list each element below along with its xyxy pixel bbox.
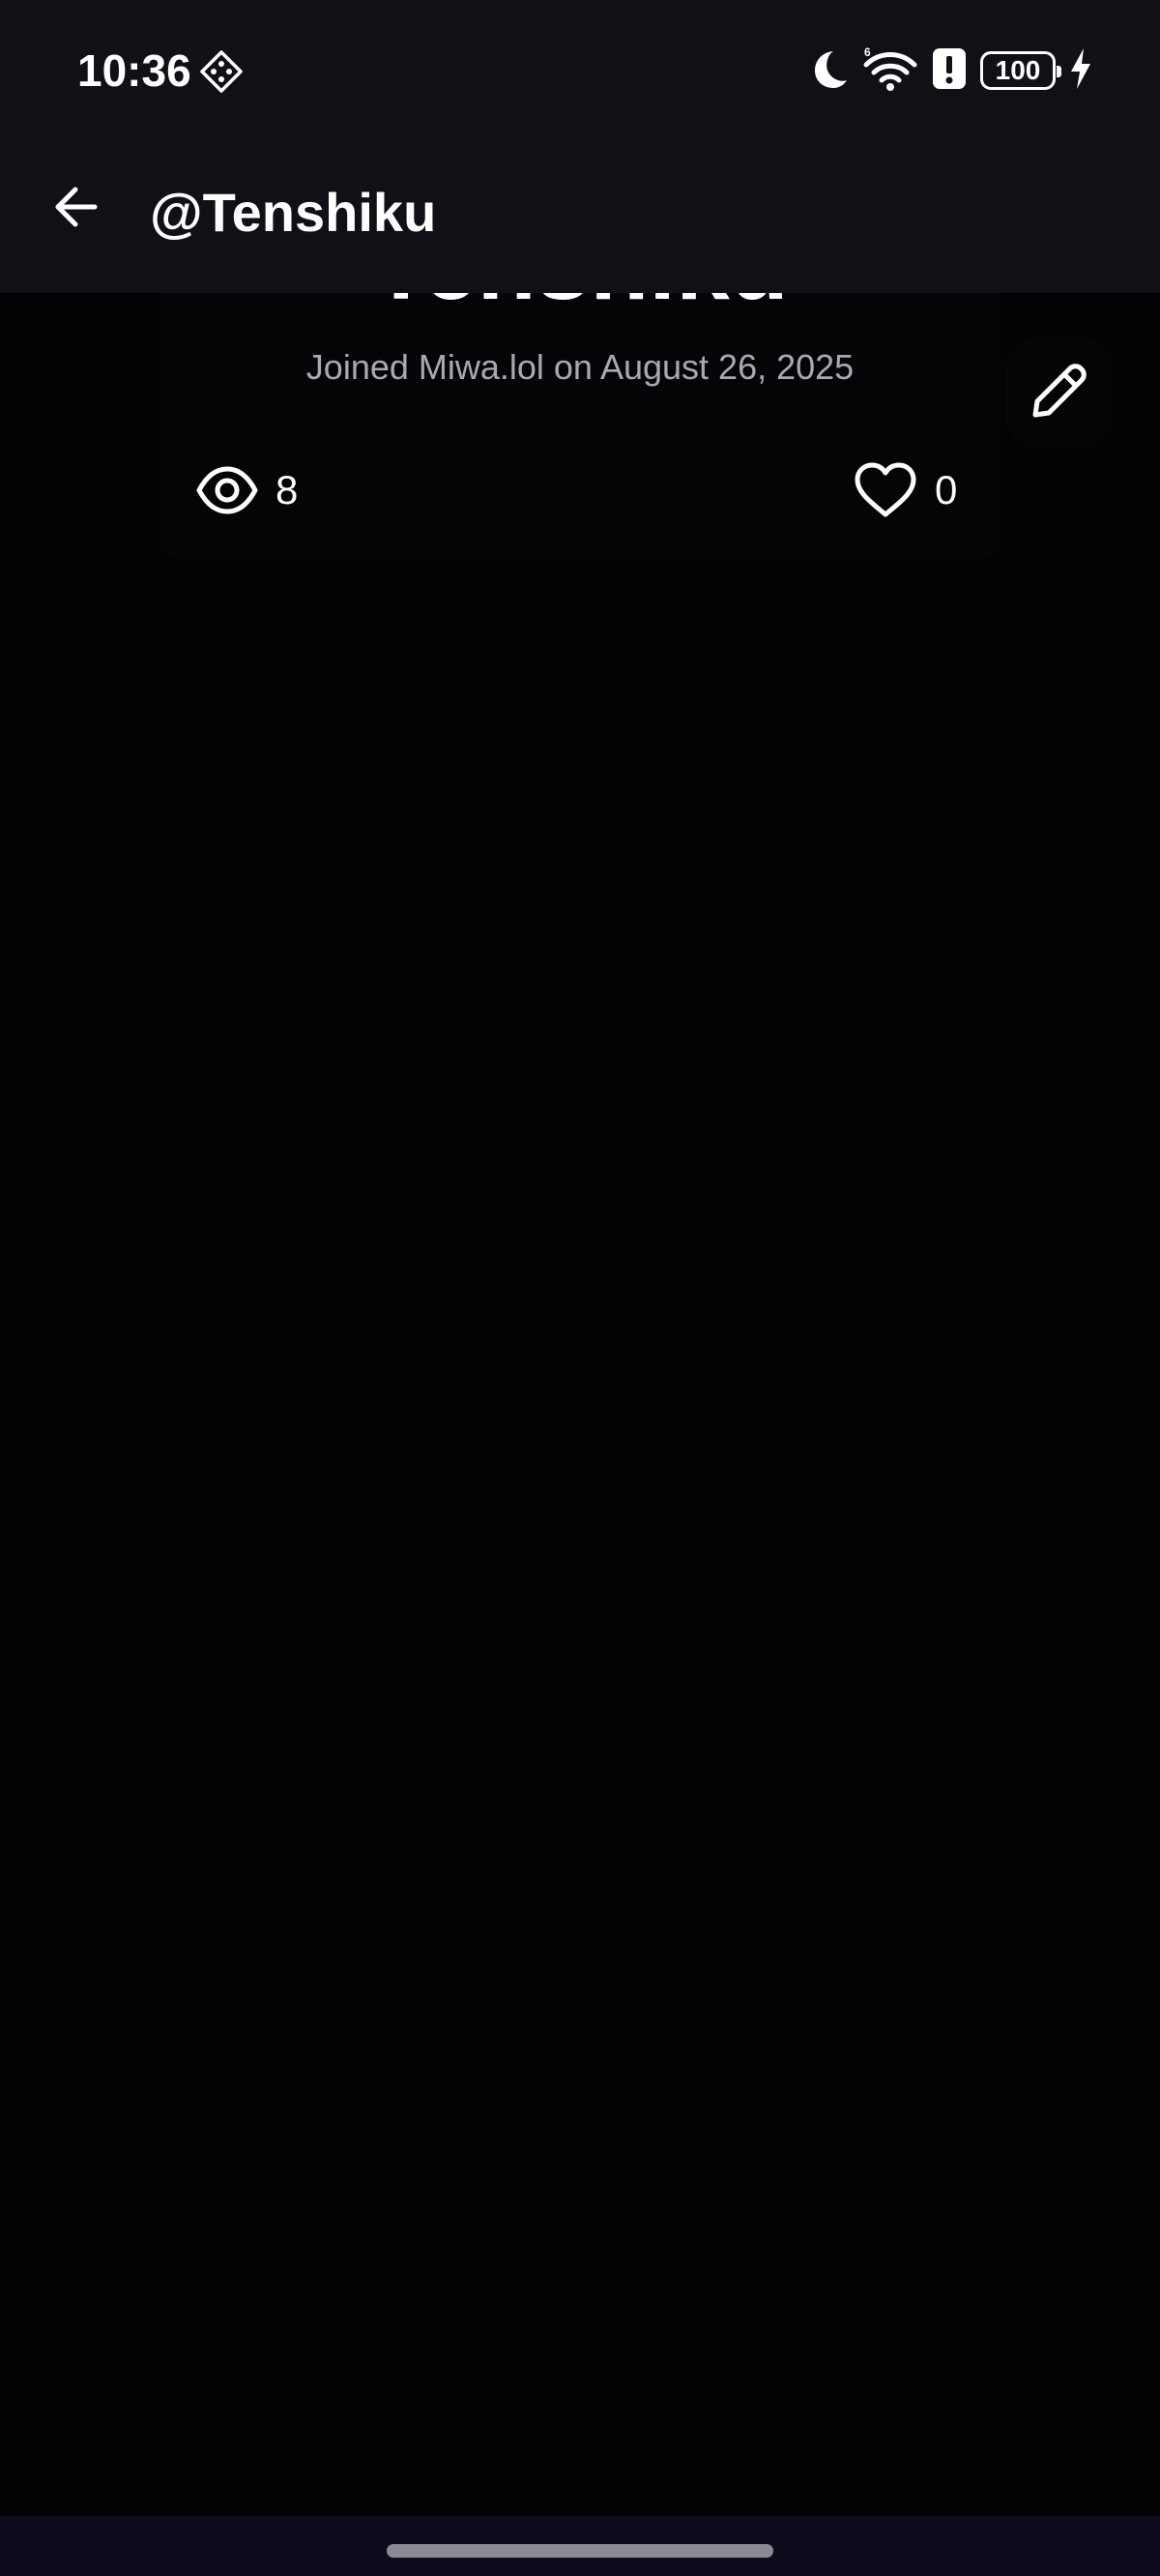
page-title: @Tenshiku: [150, 182, 437, 243]
status-icons: 6 100: [806, 44, 1092, 97]
views-stat: 8: [196, 456, 298, 524]
back-button[interactable]: [37, 170, 114, 248]
status-time: 10:36: [77, 45, 191, 96]
app-bar: @Tenshiku: [0, 135, 1160, 293]
top-chrome: 10:36 6 100 @Tenshiku: [0, 0, 1160, 293]
charging-bolt-icon: [1069, 47, 1092, 95]
views-count: 8: [276, 467, 299, 512]
battery-icon: 100: [980, 51, 1061, 90]
arrow-left-icon: [50, 182, 101, 237]
profile-screen: Tenshiku Joined Miwa.lol on August 26, 2…: [0, 0, 1160, 2576]
gesture-nav-bar: [0, 2516, 1160, 2576]
heart-outline-icon[interactable]: [854, 462, 917, 518]
edit-profile-button[interactable]: [1005, 338, 1114, 447]
home-indicator[interactable]: [387, 2544, 773, 2558]
battery-level: 100: [995, 55, 1041, 85]
alert-icon: [932, 47, 967, 95]
svg-text:6: 6: [864, 45, 871, 59]
wifi-6-icon: 6: [862, 45, 918, 97]
likes-stat[interactable]: 0: [854, 456, 957, 524]
joined-date-text: Joined Miwa.lol on August 26, 2025: [305, 347, 855, 387]
game-mode-icon: [199, 49, 244, 99]
status-bar: 10:36 6 100: [0, 0, 1160, 135]
pencil-icon: [1028, 359, 1091, 427]
likes-count: 0: [935, 467, 958, 512]
battery-nub: [1057, 66, 1061, 77]
eye-icon: [196, 465, 258, 515]
do-not-disturb-moon-icon: [806, 47, 849, 95]
